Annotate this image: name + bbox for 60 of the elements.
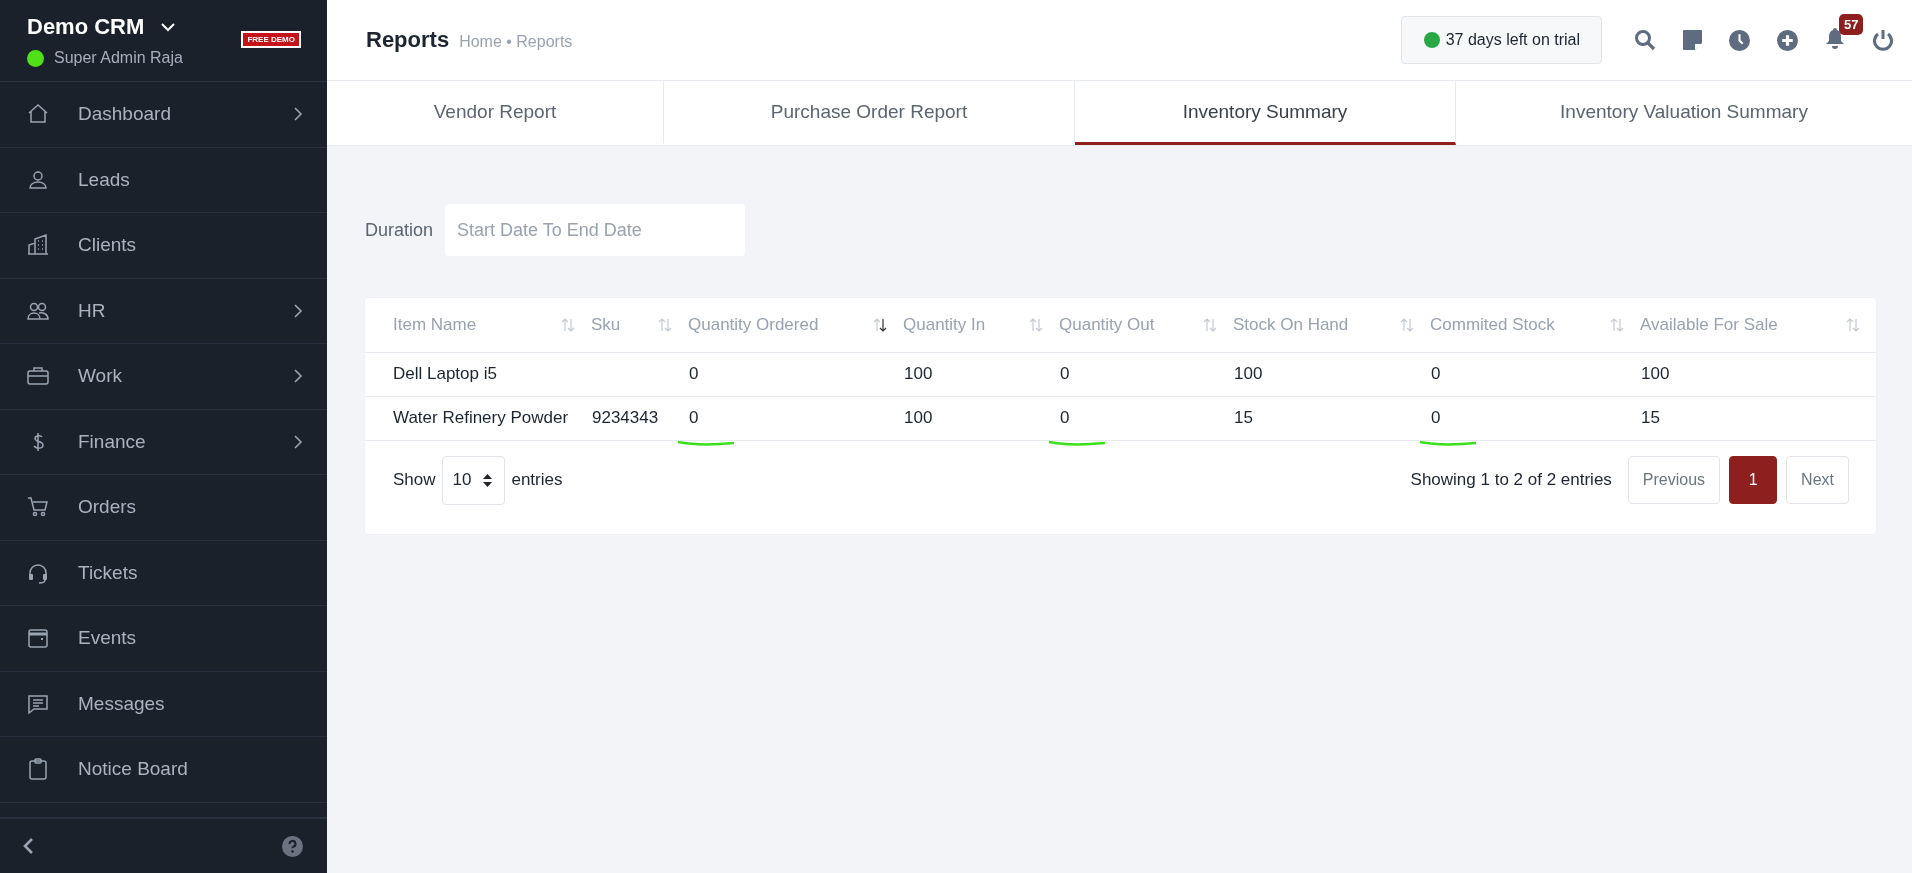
sidebar-item[interactable]: Tickets — [0, 540, 327, 606]
calendar-icon — [26, 626, 50, 651]
sidebar-item[interactable]: Orders — [0, 475, 327, 541]
date-range-field[interactable]: Start Date To End Date — [445, 204, 746, 256]
clock-icon[interactable] — [1729, 29, 1750, 51]
table-cell: 100 — [1234, 364, 1263, 383]
report-tab[interactable]: Inventory Valuation Summary — [1456, 81, 1912, 145]
search-icon[interactable] — [1634, 29, 1656, 51]
table-cell: 0 — [1060, 364, 1070, 383]
sort-icon[interactable] — [873, 317, 887, 332]
sidebar-item[interactable]: Messages — [0, 671, 327, 737]
table-cell: 9234343 — [592, 408, 659, 427]
table-cell: 0 — [1431, 408, 1441, 427]
table-cell: 0 — [689, 364, 699, 383]
table-cell: 100 — [904, 364, 933, 383]
trial-text: 37 days left on trial — [1445, 31, 1580, 49]
report-tab[interactable]: Inventory Summary — [1075, 81, 1456, 145]
table-cell: 15 — [1641, 408, 1660, 427]
power-icon[interactable] — [1872, 29, 1894, 51]
table-cell: 15 — [1234, 408, 1253, 427]
table-cell: 100 — [1641, 364, 1670, 383]
table-cell: 100 — [904, 408, 933, 427]
sidebar-item[interactable]: Work — [0, 344, 327, 410]
status-dot — [1423, 32, 1440, 48]
help-icon[interactable] — [282, 835, 303, 857]
clipboard-icon — [26, 757, 50, 782]
table-cell: 0 — [1431, 364, 1441, 383]
page-title: Reports — [366, 27, 450, 53]
sidebar-item[interactable]: Events — [0, 606, 327, 672]
add-icon[interactable] — [1777, 29, 1798, 51]
entries-label: entries — [511, 470, 563, 490]
pagination-button[interactable]: Next — [1786, 456, 1849, 504]
duration-label: Duration — [365, 219, 434, 241]
notification-count: 57 — [1839, 14, 1864, 35]
sidebar-item[interactable]: Leads — [0, 147, 327, 213]
caret-icon[interactable] — [160, 22, 177, 32]
report-tab[interactable]: Purchase Order Report — [664, 81, 1075, 145]
sidebar-item[interactable]: Notice Board — [0, 737, 327, 803]
table-cell: Dell Laptop i5 — [393, 364, 497, 383]
user-name: Super Admin Raja — [54, 49, 183, 67]
trial-notice[interactable]: 37 days left on trial — [1400, 16, 1602, 64]
app-name[interactable]: Demo CRM — [27, 14, 145, 40]
spinner-icon — [483, 473, 493, 487]
building-icon — [26, 233, 50, 258]
entries-info: Showing 1 to 2 of 2 entries — [1410, 470, 1612, 490]
bell-icon[interactable] — [1825, 27, 1845, 49]
pagination-button[interactable]: Previous — [1627, 456, 1721, 504]
table-cell: 0 — [689, 408, 699, 427]
sidebar-item[interactable]: Finance — [0, 409, 327, 475]
sticky-note-icon[interactable] — [1683, 30, 1702, 50]
show-label: Show — [393, 470, 436, 490]
table-cell: 0 — [1060, 408, 1070, 427]
table-cell: Water Refinery Powder — [393, 408, 569, 427]
page-button[interactable]: 1 — [1729, 456, 1778, 504]
page-size-select[interactable]: 10 — [441, 455, 506, 505]
report-tab[interactable]: Vendor Report — [327, 81, 664, 145]
sidebar-item[interactable]: Clients — [0, 213, 327, 279]
sidebar-item[interactable]: HR — [0, 278, 327, 344]
demo-badge: FREE DEMO — [241, 31, 301, 48]
collapse-icon[interactable] — [22, 837, 34, 855]
